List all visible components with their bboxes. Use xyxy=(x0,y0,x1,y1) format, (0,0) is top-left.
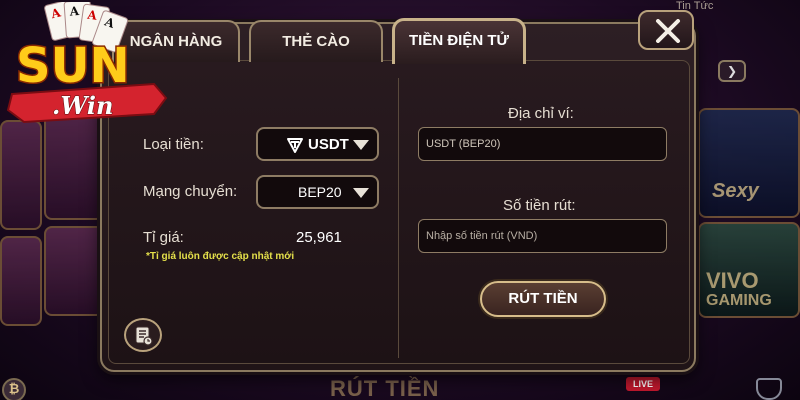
column-divider xyxy=(398,78,399,358)
withdraw-amount-label: Số tiền rút: xyxy=(503,197,576,214)
currency-label: Loại tiền: xyxy=(143,136,204,153)
logo-brand-top: SUN xyxy=(16,38,130,94)
background-tile-label: Sexy xyxy=(712,180,759,202)
logo-brand-bottom: .Win xyxy=(52,91,113,120)
withdraw-form-area xyxy=(108,60,690,364)
background-tile-label: GAMING xyxy=(706,292,772,309)
tab-crypto[interactable]: TIỀN ĐIỆN TỬ xyxy=(392,18,526,64)
tether-icon xyxy=(287,138,303,153)
withdraw-amount-input[interactable]: Nhập số tiền rút (VND) xyxy=(418,219,667,253)
svg-text:A: A xyxy=(68,4,80,19)
exchange-rate-label: Tỉ giá: xyxy=(143,229,184,246)
currency-select-value: USDT xyxy=(308,136,349,153)
background-game-tile xyxy=(44,226,104,316)
wallet-address-field[interactable]: USDT (BEP20) xyxy=(418,127,667,161)
chevron-right-icon[interactable]: ❯ xyxy=(718,60,746,82)
history-button[interactable] xyxy=(124,318,162,352)
withdraw-button[interactable]: RÚT TIỀN xyxy=(480,281,606,317)
background-game-tile xyxy=(0,120,42,230)
currency-select[interactable]: USDT xyxy=(256,127,379,161)
history-icon xyxy=(135,326,153,346)
sunwin-logo: A A A A SUN .Win xyxy=(4,0,172,136)
network-label: Mạng chuyển: xyxy=(143,183,238,200)
chevron-down-icon xyxy=(353,188,369,198)
shield-icon xyxy=(756,378,782,400)
live-badge: LIVE xyxy=(626,377,660,391)
chevron-down-icon xyxy=(353,140,369,150)
playing-cards-icon: A A A A SUN .Win xyxy=(6,0,168,124)
network-select-value: BEP20 xyxy=(298,184,342,200)
tab-scratch-card[interactable]: THẺ CÀO xyxy=(249,20,383,62)
background-game-tile xyxy=(0,236,42,326)
exchange-rate-note: *Tỉ giá luôn được cập nhật mới xyxy=(146,251,295,262)
background-tile-label: VIVO xyxy=(706,268,759,293)
wallet-address-label: Địa chỉ ví: xyxy=(508,105,574,122)
close-button[interactable] xyxy=(638,10,694,50)
bitcoin-icon: ₿ xyxy=(2,378,26,400)
network-select[interactable]: BEP20 xyxy=(256,175,379,209)
close-icon xyxy=(656,19,680,43)
background-withdraw-banner: RÚT TIỀN xyxy=(330,376,440,400)
exchange-rate-value: 25,961 xyxy=(296,229,342,246)
